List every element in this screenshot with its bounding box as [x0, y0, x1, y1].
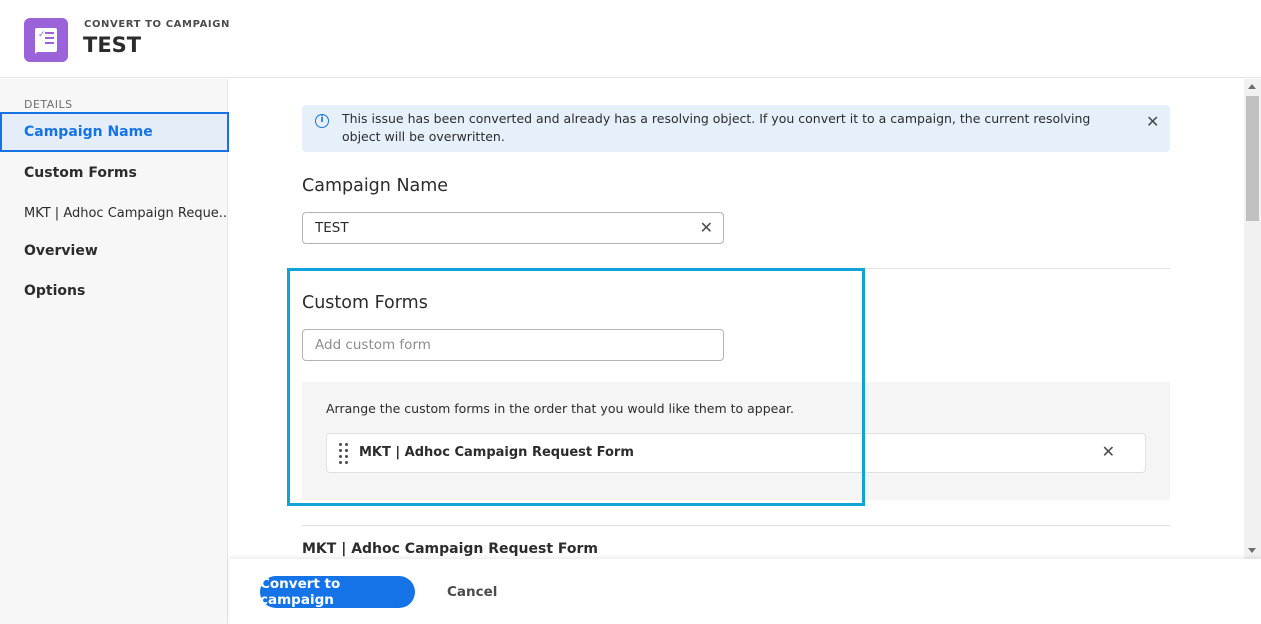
campaign-name-value: TEST	[315, 220, 349, 236]
info-icon: i	[315, 114, 329, 128]
sidebar-item-options[interactable]: Options	[0, 271, 228, 311]
sidebar-item-campaign-name[interactable]: Campaign Name	[0, 112, 229, 152]
cancel-button[interactable]: Cancel	[447, 576, 497, 608]
main-content: i This issue has been converted and alre…	[229, 79, 1261, 559]
campaign-name-heading: Campaign Name	[302, 176, 449, 196]
custom-forms-heading: Custom Forms	[302, 293, 428, 313]
dialog-title: TEST	[83, 33, 142, 57]
clear-icon[interactable]: ✕	[700, 218, 713, 237]
banner-message: This issue has been converted and alread…	[342, 111, 1091, 144]
close-icon[interactable]: ✕	[1146, 112, 1159, 131]
sidebar-item-overview[interactable]: Overview	[0, 231, 228, 271]
checklist-document-icon: ✓	[24, 18, 68, 62]
add-custom-form-placeholder: Add custom form	[315, 337, 431, 353]
sidebar-section-label: DETAILS	[24, 98, 73, 111]
sidebar-item-custom-forms[interactable]: Custom Forms	[0, 153, 228, 193]
dialog-overline: CONVERT TO CAMPAIGN	[84, 19, 231, 30]
scrollbar[interactable]	[1244, 79, 1261, 559]
arrange-hint: Arrange the custom forms in the order th…	[326, 401, 794, 416]
scrollbar-thumb[interactable]	[1246, 96, 1259, 221]
adhoc-form-heading: MKT | Adhoc Campaign Request Form	[302, 541, 599, 557]
scroll-up-icon[interactable]	[1248, 84, 1256, 89]
info-banner: i This issue has been converted and alre…	[302, 105, 1170, 152]
sidebar: DETAILS Campaign Name Custom Forms MKT |…	[0, 79, 229, 624]
arrange-forms-panel: Arrange the custom forms in the order th…	[302, 382, 1170, 500]
section-divider	[302, 268, 1170, 269]
convert-to-campaign-button[interactable]: Convert to campaign	[260, 576, 415, 608]
section-divider	[302, 525, 1170, 526]
add-custom-form-input[interactable]: Add custom form	[302, 329, 724, 361]
sidebar-item-adhoc-form[interactable]: MKT | Adhoc Campaign Reque...	[0, 193, 228, 233]
remove-icon[interactable]: ✕	[1102, 442, 1115, 461]
custom-form-row[interactable]: MKT | Adhoc Campaign Request Form ✕	[326, 433, 1146, 473]
scroll-down-icon[interactable]	[1248, 548, 1256, 553]
campaign-name-input[interactable]: TEST ✕	[302, 212, 724, 244]
drag-handle-icon[interactable]	[339, 443, 348, 464]
dialog-header: ✓ CONVERT TO CAMPAIGN TEST	[0, 0, 1261, 78]
dialog-footer: Convert to campaign Cancel	[229, 559, 1261, 624]
custom-form-label: MKT | Adhoc Campaign Request Form	[359, 445, 634, 460]
